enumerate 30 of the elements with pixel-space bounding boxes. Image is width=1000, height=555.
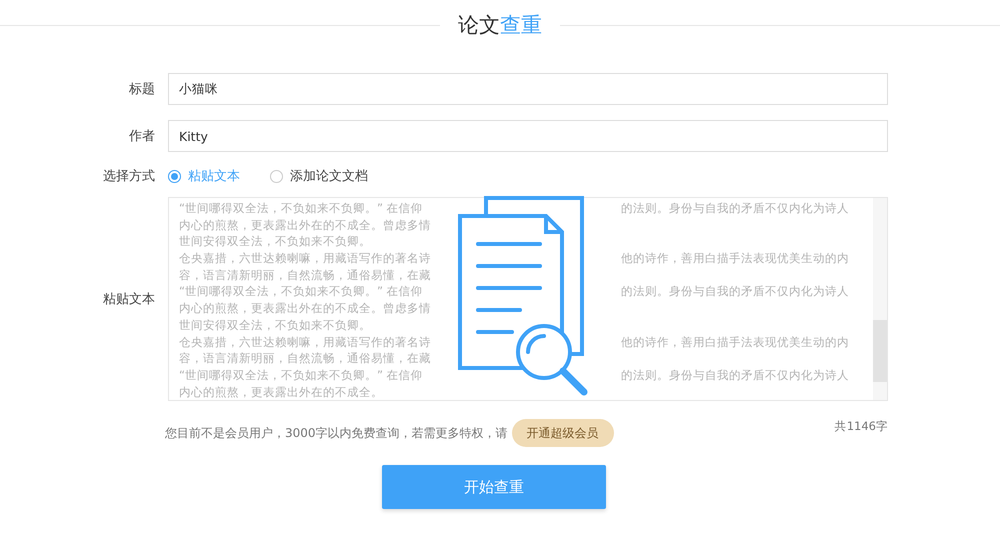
text-line: 内心的煎熬，更表露出外在的不成全。 xyxy=(179,384,383,400)
text-line: 容，语言清新明丽，自然流畅，通俗易懂，在藏 xyxy=(179,266,431,284)
field-label: 粘贴文本 xyxy=(102,291,155,308)
text-line: 内心的煎熬，更表露出外在的不成全。曾虑多情 xyxy=(179,216,431,234)
text-line: “世间哪得双全法，不负如来不负卿。” 在信仰 xyxy=(179,366,423,384)
text-line: “世间哪得双全法，不负如来不负卿。” 在信仰 xyxy=(179,200,423,217)
field-label: 选择方式 xyxy=(102,168,155,185)
radio-option[interactable]: 添加论文文档 xyxy=(270,167,368,185)
input-field[interactable]: Kitty xyxy=(168,120,888,152)
field-label: 标题 xyxy=(128,81,155,98)
text-line: 的法则。身份与自我的矛盾不仅内化为诗人 xyxy=(621,366,849,384)
field-label: 作者 xyxy=(128,128,155,145)
input-field[interactable]: 小猫咪 xyxy=(168,73,888,105)
scrollbar[interactable] xyxy=(873,198,887,400)
text-line: 他的诗作，善用白描手法表现优美生动的内 xyxy=(621,334,849,350)
text-line: 的法则。身份与自我的矛盾不仅内化为诗人 xyxy=(621,200,849,217)
char-count: 共1146字 xyxy=(834,419,888,434)
text-line: 内心的煎熬，更表露出外在的不成全。曾虑多情 xyxy=(179,300,431,317)
text-line: 容，语言清新明丽，自然流畅，通俗易懂，在藏 xyxy=(179,350,431,367)
page-title: 论文查重 xyxy=(458,12,542,39)
text-area[interactable] xyxy=(168,197,888,401)
text-line: 仓央嘉措，六世达赖喇嘛，用藏语写作的著名诗 xyxy=(179,334,431,350)
text-line: 仓央嘉措，六世达赖喇嘛，用藏语写作的著名诗 xyxy=(179,250,431,267)
text-line: “世间哪得双全法，不负如来不负卿。” 在信仰 xyxy=(179,283,423,300)
text-line: 他的诗作，善用白描手法表现优美生动的内 xyxy=(621,250,849,267)
text-line: 世间安得双全法，不负如来不负卿。 xyxy=(179,316,371,334)
upgrade-button[interactable]: 开通超级会员 xyxy=(512,419,614,447)
text-line: 世间安得双全法，不负如来不负卿。 xyxy=(179,233,371,250)
text-line: 的法则。身份与自我的矛盾不仅内化为诗人 xyxy=(621,283,849,300)
notice-text: 您目前不是会员用户，3000字以内免费查询，若需更多特权，请 xyxy=(165,424,508,442)
